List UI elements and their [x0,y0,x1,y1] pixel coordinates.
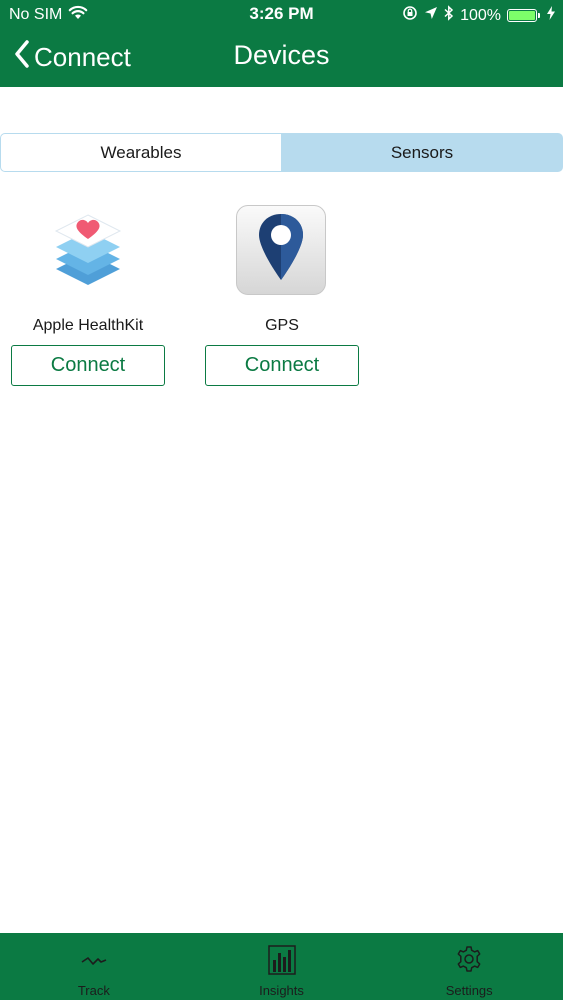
tab-bar: Track Insights Settings [0,933,563,1000]
segment-wearables[interactable]: Wearables [0,133,281,172]
status-bar: No SIM 3:26 PM 100% [0,0,563,30]
device-type-segmented-control: Wearables Sensors [0,133,563,172]
tab-insights[interactable]: Insights [188,933,376,1000]
healthkit-icon [42,205,134,297]
devices-screen: No SIM 3:26 PM 100% Connect Devices Wear… [0,0,563,1000]
device-card-apple-healthkit: Apple HealthKit Connect [11,205,165,386]
tab-label: Settings [445,983,493,998]
device-name: Apple HealthKit [32,317,144,334]
gps-pin-icon [256,212,306,289]
pulse-icon [0,945,188,975]
tab-track[interactable]: Track [0,933,188,1000]
device-card-gps: GPS Connect [205,205,359,386]
device-name: GPS [265,317,299,334]
tab-label: Track [77,983,110,998]
status-right: 100% [402,5,555,26]
location-icon [424,6,438,25]
connect-healthkit-button[interactable]: Connect [11,345,165,386]
gps-app-icon [236,205,328,297]
charging-icon [547,6,555,25]
bar-chart-icon [188,945,376,975]
connect-gps-button[interactable]: Connect [205,345,359,386]
page-title: Devices [233,40,330,70]
battery-icon [507,9,540,22]
gear-icon [375,945,563,975]
tab-label: Insights [259,983,304,998]
navigation-bar: Connect Devices [0,30,563,87]
tab-settings[interactable]: Settings [375,933,563,1000]
header: No SIM 3:26 PM 100% Connect Devices [0,0,563,87]
gps-tile [236,205,326,295]
orientation-lock-icon [402,5,418,26]
battery-label: 100% [460,6,501,24]
bluetooth-icon [444,5,454,26]
segment-sensors[interactable]: Sensors [281,133,563,172]
